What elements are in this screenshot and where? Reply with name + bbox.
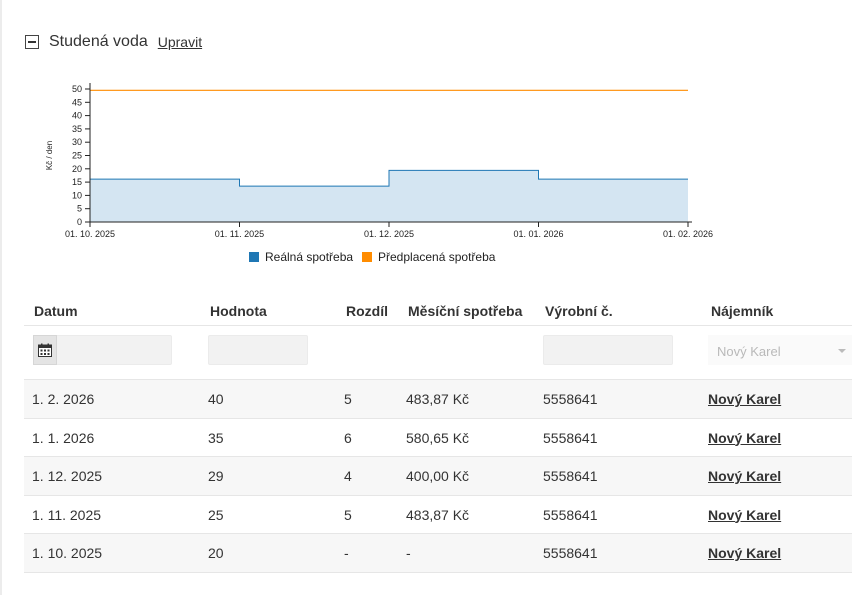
column-header-tenant[interactable]: Nájemník — [711, 303, 773, 319]
x-tick-label: 01. 12. 2025 — [364, 229, 414, 239]
legend-label-real: Reálná spotřeba — [265, 250, 353, 264]
cell-diff: 5 — [344, 391, 352, 407]
cell-date: 1. 11. 2025 — [32, 506, 102, 523]
column-header-diff[interactable]: Rozdíl — [346, 303, 388, 319]
cell-diff: 5 — [344, 506, 352, 523]
y-tick-label: 30 — [72, 137, 82, 147]
cell-diff: 4 — [344, 468, 352, 484]
cell-value: 40 — [208, 391, 224, 407]
cell-date: 1. 2. 2026 — [32, 391, 95, 407]
filter-row: Nový Karel — [24, 326, 852, 380]
tenant-link[interactable]: Nový Karel — [708, 391, 781, 407]
cell-value: 25 — [208, 506, 224, 523]
tenant-link[interactable]: Nový Karel — [708, 468, 781, 484]
column-header-serial[interactable]: Výrobní č. — [545, 303, 613, 319]
tenant-link[interactable]: Nový Karel — [708, 545, 781, 561]
edit-link[interactable]: Upravit — [158, 34, 202, 50]
y-tick-label: 25 — [72, 151, 82, 161]
table-row: 1. 11. 2025 25 5 483,87 Kč 5558641 Nový … — [24, 495, 852, 534]
legend-swatch-real — [249, 252, 259, 262]
cell-monthly: 483,87 Kč — [406, 506, 470, 523]
x-tick-label: 01. 01. 2026 — [513, 229, 563, 239]
y-tick-label: 0 — [77, 217, 82, 227]
minus-square-icon — [28, 41, 36, 43]
calendar-icon — [38, 343, 52, 357]
x-tick-label: 01. 02. 2026 — [663, 229, 713, 239]
cell-monthly: 400,00 Kč — [406, 468, 470, 484]
x-tick-label: 01. 10. 2025 — [65, 229, 115, 239]
y-axis-label: Kč / den — [45, 141, 54, 170]
y-tick-label: 50 — [72, 84, 82, 94]
x-tick-label: 01. 11. 2025 — [215, 229, 264, 239]
cell-value: 20 — [208, 545, 224, 561]
column-header-monthly[interactable]: Měsíční spotřeba — [408, 303, 522, 319]
column-header-date[interactable]: Datum — [34, 303, 78, 319]
cell-serial: 5558641 — [543, 545, 598, 561]
section-title: Studená voda — [49, 33, 148, 50]
collapse-button[interactable] — [25, 35, 39, 49]
cell-date: 1. 10. 2025 — [32, 545, 103, 561]
y-tick-label: 5 — [77, 204, 82, 214]
legend-label-prepaid: Předplacená spotřeba — [378, 250, 496, 264]
chevron-down-icon — [838, 349, 846, 353]
cell-monthly: 483,87 Kč — [406, 391, 470, 407]
cell-serial: 5558641 — [543, 506, 598, 523]
cell-date: 1. 12. 2025 — [32, 468, 103, 484]
y-tick-label: 15 — [72, 177, 82, 187]
cell-serial: 5558641 — [543, 468, 598, 484]
y-tick-label: 20 — [72, 164, 82, 174]
value-filter-input[interactable] — [208, 335, 308, 365]
readings-table: Datum Hodnota Rozdíl Měsíční spotřeba Vý… — [24, 298, 852, 573]
y-tick-label: 35 — [72, 124, 82, 134]
date-picker-button[interactable] — [33, 335, 57, 365]
cell-monthly: 580,65 Kč — [406, 429, 470, 446]
y-tick-label: 45 — [72, 97, 82, 107]
cell-diff: - — [344, 545, 349, 561]
tenant-filter-select[interactable]: Nový Karel — [708, 335, 852, 365]
section-header: Studená voda Upravit — [25, 32, 202, 52]
table-row: 1. 2. 2026 40 5 483,87 Kč 5558641 Nový K… — [24, 380, 852, 419]
table-row: 1. 12. 2025 29 4 400,00 Kč 5558641 Nový … — [24, 457, 852, 496]
table-header: Datum Hodnota Rozdíl Měsíční spotřeba Vý… — [24, 298, 852, 326]
table-row: 1. 10. 2025 20 - - 5558641 Nový Karel — [24, 534, 852, 573]
column-header-value[interactable]: Hodnota — [210, 303, 267, 319]
cell-serial: 5558641 — [543, 391, 598, 407]
table-row: 1. 1. 2026 35 6 580,65 Kč 5558641 Nový K… — [24, 418, 852, 457]
tenant-filter-value: Nový Karel — [717, 344, 781, 359]
cell-value: 35 — [208, 429, 224, 446]
consumption-chart: 0 5 10 15 20 25 30 35 40 45 50 01. 10. 2025 01. 11. … — [45, 83, 713, 264]
cell-monthly: - — [406, 545, 411, 561]
tenant-link[interactable]: Nový Karel — [708, 430, 781, 446]
serial-filter-input[interactable] — [543, 335, 673, 365]
cell-diff: 6 — [344, 429, 352, 446]
cell-date: 1. 1. 2026 — [32, 429, 95, 446]
y-tick-label: 40 — [72, 111, 82, 121]
cell-serial: 5558641 — [543, 429, 598, 446]
y-tick-label: 10 — [72, 190, 82, 200]
legend-swatch-prepaid — [362, 252, 372, 262]
cell-value: 29 — [208, 468, 224, 484]
tenant-link[interactable]: Nový Karel — [708, 507, 781, 523]
